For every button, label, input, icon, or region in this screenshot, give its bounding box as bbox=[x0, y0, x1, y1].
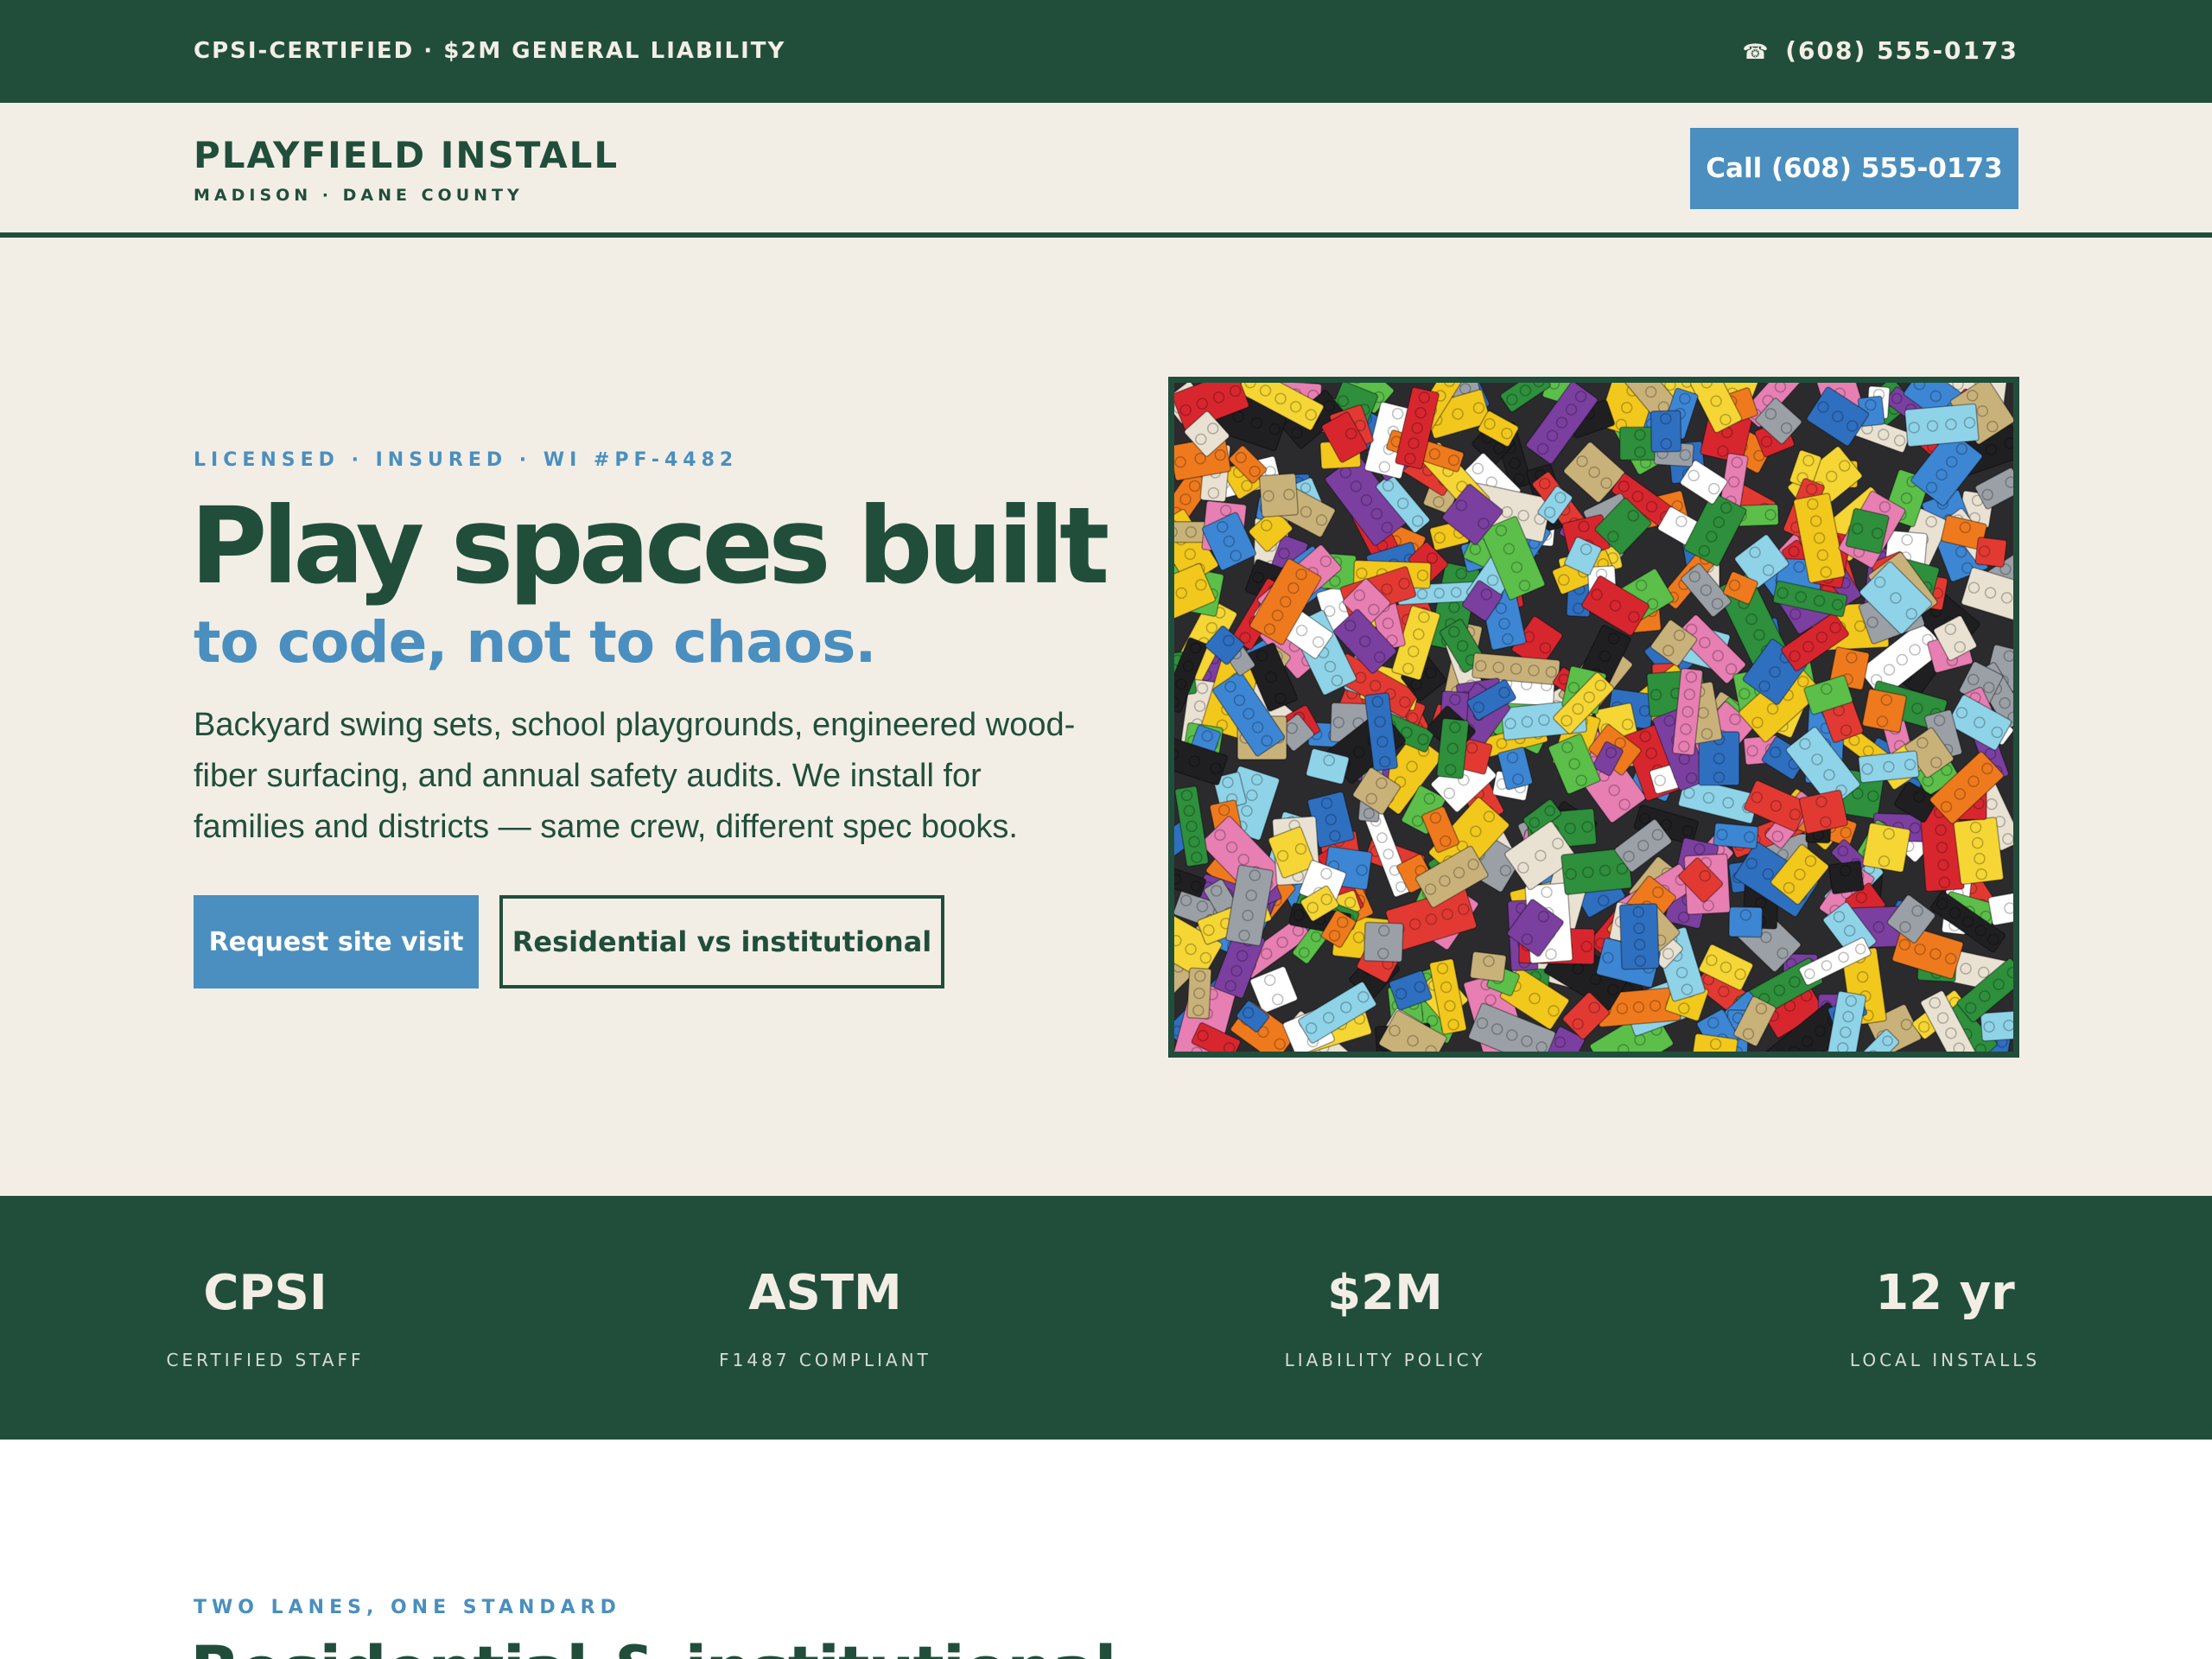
hero-eyebrow: LICENSED · INSURED · WI #PF-4482 bbox=[194, 449, 739, 471]
stat-label: F1487 COMPLIANT bbox=[719, 1350, 931, 1370]
hero-title: Play spaces built bbox=[190, 485, 1109, 607]
stat-item: 12 yr LOCAL INSTALLS bbox=[1738, 1196, 2152, 1440]
bricks-photo bbox=[1174, 383, 2013, 1052]
stat-value: $2M bbox=[1327, 1265, 1443, 1321]
stat-item: CPSI CERTIFIED STAFF bbox=[58, 1196, 473, 1440]
stat-value: 12 yr bbox=[1875, 1265, 2015, 1321]
stat-value: CPSI bbox=[203, 1265, 327, 1321]
topbar-phone[interactable]: ☎ (608) 555-0173 bbox=[1743, 36, 2018, 65]
call-button[interactable]: Call (608) 555-0173 bbox=[1690, 128, 2018, 209]
lanes-section: TWO LANES, ONE STANDARD Residential & in… bbox=[0, 1440, 2212, 1659]
stat-label: LOCAL INSTALLS bbox=[1849, 1350, 2041, 1370]
brand-logo-text[interactable]: PLAYFIELD INSTALL bbox=[194, 134, 619, 176]
stat-label: LIABILITY POLICY bbox=[1284, 1350, 1486, 1370]
request-site-visit-button[interactable]: Request site visit bbox=[194, 895, 479, 988]
lanes-title: Residential & institutional bbox=[190, 1631, 1117, 1659]
credentials-text: CPSI-CERTIFIED · $2M GENERAL LIABILITY bbox=[194, 38, 786, 64]
stat-item: ASTM F1487 COMPLIANT bbox=[618, 1196, 1033, 1440]
hero-section: LICENSED · INSURED · WI #PF-4482 Play sp… bbox=[0, 238, 2212, 1196]
stat-item: $2M LIABILITY POLICY bbox=[1178, 1196, 1592, 1440]
top-bar: CPSI-CERTIFIED · $2M GENERAL LIABILITY ☎… bbox=[0, 0, 2212, 103]
brand-tagline: MADISON · DANE COUNTY bbox=[194, 186, 524, 205]
residential-vs-institutional-button[interactable]: Residential vs institutional bbox=[499, 895, 944, 988]
stat-value: ASTM bbox=[748, 1265, 902, 1321]
hero-image-bricks bbox=[1168, 377, 2019, 1058]
lanes-eyebrow: TWO LANES, ONE STANDARD bbox=[194, 1597, 621, 1618]
hero-description: Backyard swing sets, school playgrounds,… bbox=[194, 707, 1076, 845]
stat-label: CERTIFIED STAFF bbox=[166, 1350, 365, 1370]
site-header: PLAYFIELD INSTALL MADISON · DANE COUNTY … bbox=[0, 103, 2212, 238]
hero-subtitle: to code, not to chaos. bbox=[194, 609, 876, 676]
stats-band: CPSI CERTIFIED STAFF ASTM F1487 COMPLIAN… bbox=[0, 1196, 2212, 1440]
topbar-phone-number: (608) 555-0173 bbox=[1785, 36, 2018, 65]
phone-icon: ☎ bbox=[1742, 40, 1770, 64]
